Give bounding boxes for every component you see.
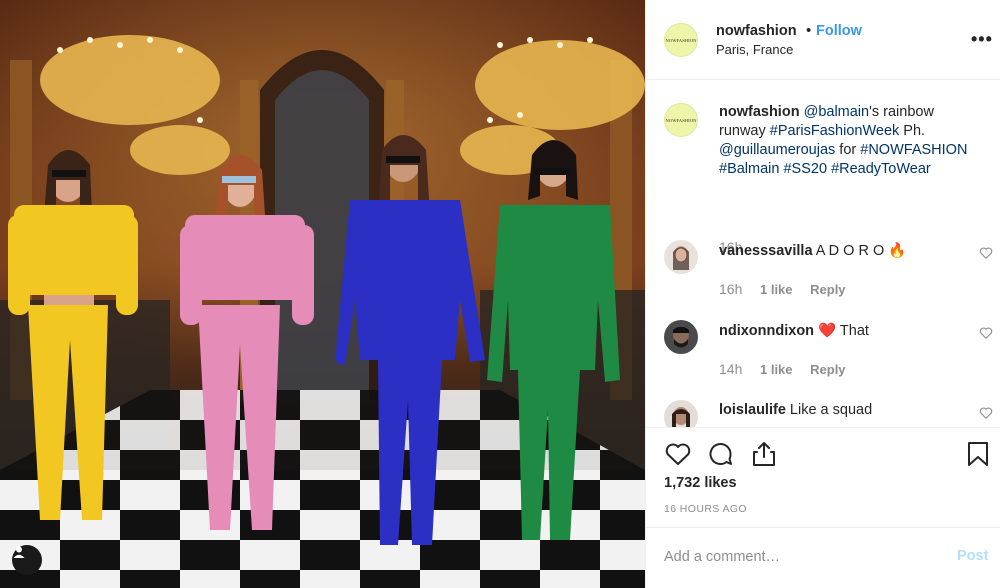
follow-button[interactable]: Follow — [816, 23, 862, 39]
add-comment-bar: Post — [646, 527, 1000, 588]
post-photo[interactable] — [0, 0, 645, 588]
post-header: NOWFASHION nowfashion • Follow Paris, Fr… — [646, 0, 1000, 80]
heart-icon[interactable] — [979, 406, 993, 420]
caption-text-segment: for — [835, 142, 861, 158]
caption-text-segment: Ph. — [899, 123, 926, 139]
header-username[interactable]: nowfashion — [716, 23, 797, 39]
comment-body: Like a squad — [789, 402, 873, 418]
comment-time: 16h — [719, 281, 743, 297]
comment-meta: 16h 1 like Reply — [719, 281, 860, 297]
location-link[interactable]: Paris, France — [716, 42, 793, 57]
commenter-photo — [664, 400, 698, 427]
comment-item: vanesssavilla A D O R O 🔥 16h 1 like Rep… — [664, 240, 999, 310]
caption-avatar[interactable]: NOWFASHION — [664, 103, 698, 137]
avatar-logo-text: NOWFASHION — [665, 117, 697, 123]
comment-text-line: vanesssavilla A D O R O 🔥 — [719, 242, 906, 259]
share-icon[interactable] — [750, 440, 778, 468]
comment-time: 14h — [719, 361, 743, 377]
post-timestamp: 16 HOURS AGO — [664, 503, 747, 515]
comments-list[interactable]: NOWFASHION nowfashion @balmain's rainbow… — [646, 80, 1000, 427]
mention-link[interactable]: @guillaumeroujas — [719, 142, 835, 158]
heart-icon[interactable] — [979, 326, 993, 340]
comment-username[interactable]: loislaulife — [719, 402, 786, 418]
avatar[interactable]: NOWFASHION — [664, 23, 698, 57]
tagged-users-button[interactable] — [12, 545, 42, 575]
mention-link[interactable]: @balmain — [804, 104, 870, 120]
commenter-avatar[interactable] — [664, 400, 698, 427]
hashtag-link[interactable]: #ParisFashionWeek — [770, 123, 900, 139]
reply-button[interactable]: Reply — [810, 282, 845, 297]
post-side-panel: NOWFASHION nowfashion • Follow Paris, Fr… — [645, 0, 1000, 588]
comment-item: ndixonndixon ❤️ That 14h 1 like Reply — [664, 320, 999, 390]
comment-text-line: ndixonndixon ❤️ That — [719, 322, 869, 339]
post-actions: 1,732 likes 16 HOURS AGO — [646, 427, 1000, 527]
comment-body: ❤️ That — [818, 323, 869, 339]
comment-body: A D O R O 🔥 — [815, 243, 907, 259]
comment-icon[interactable] — [707, 440, 735, 468]
commenter-photo — [664, 320, 698, 354]
commenter-photo — [664, 240, 698, 274]
comment-item: loislaulife Like a squad — [664, 400, 999, 427]
likes-count[interactable]: 1,732 likes — [664, 475, 737, 491]
heart-icon[interactable] — [664, 440, 692, 468]
runway-photo-illustration — [0, 0, 645, 588]
commenter-avatar[interactable] — [664, 240, 698, 274]
comment-username[interactable]: ndixonndixon — [719, 323, 814, 339]
caption-username[interactable]: nowfashion — [719, 104, 800, 120]
more-options-icon[interactable]: ••• — [971, 29, 993, 50]
post-comment-button[interactable]: Post — [957, 548, 988, 564]
hashtag-link[interactable]: #Balmain — [719, 161, 779, 177]
comment-meta: 14h 1 like Reply — [719, 361, 860, 377]
instagram-post: NOWFASHION nowfashion • Follow Paris, Fr… — [0, 0, 1000, 588]
comment-input[interactable] — [664, 546, 934, 568]
hashtag-link[interactable]: #ReadyToWear — [831, 161, 931, 177]
user-icon — [13, 546, 25, 558]
caption-text: nowfashion @balmain's rainbow runway #Pa… — [719, 103, 984, 179]
comment-likes[interactable]: 1 like — [760, 282, 793, 297]
comment-likes[interactable]: 1 like — [760, 362, 793, 377]
bookmark-icon[interactable] — [964, 440, 992, 468]
separator-dot: • — [806, 22, 812, 39]
comment-text-line: loislaulife Like a squad — [719, 402, 872, 418]
hashtag-link[interactable]: #NOWFASHION — [860, 142, 967, 158]
heart-icon[interactable] — [979, 246, 993, 260]
avatar-logo-text: NOWFASHION — [665, 37, 697, 43]
comment-username[interactable]: vanesssavilla — [719, 243, 813, 259]
commenter-avatar[interactable] — [664, 320, 698, 354]
reply-button[interactable]: Reply — [810, 362, 845, 377]
hashtag-link[interactable]: #SS20 — [783, 161, 827, 177]
